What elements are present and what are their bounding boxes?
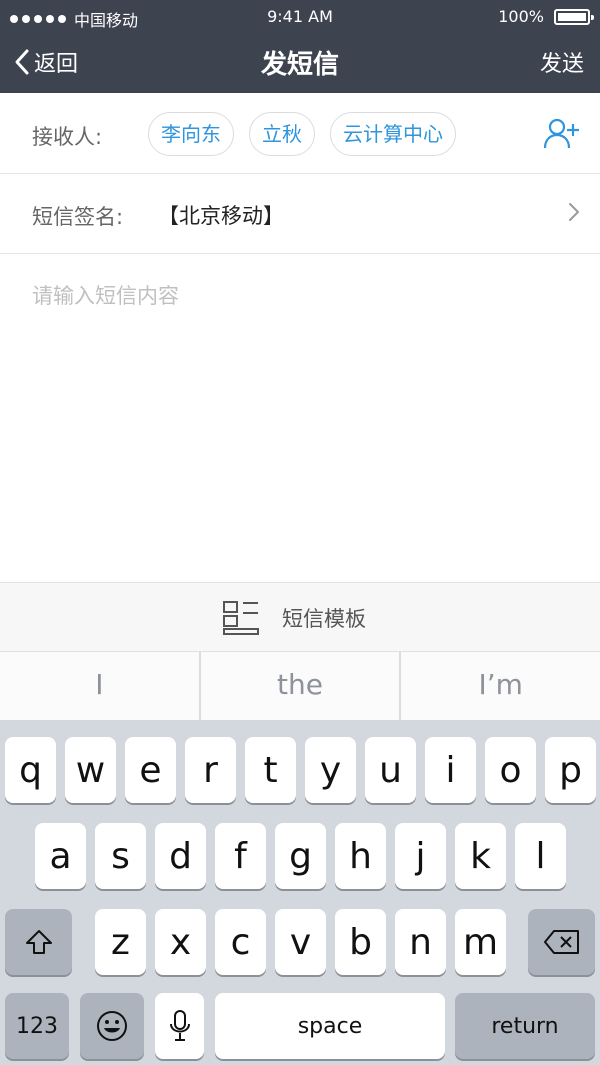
backspace-key[interactable] <box>528 909 595 975</box>
space-key[interactable]: space <box>215 993 445 1059</box>
key-e[interactable]: e <box>125 737 176 803</box>
keyboard: q w e r t y u i o p a s d f g h j k l z … <box>0 720 600 1065</box>
key-c[interactable]: c <box>215 909 266 975</box>
emoji-key[interactable] <box>80 993 144 1059</box>
suggestion-item[interactable]: I’m <box>401 652 600 720</box>
shift-icon <box>25 930 52 954</box>
key-k[interactable]: k <box>455 823 506 889</box>
key-d[interactable]: d <box>155 823 206 889</box>
signature-row[interactable]: 短信签名: 【北京移动】 <box>0 174 600 254</box>
key-n[interactable]: n <box>395 909 446 975</box>
send-button[interactable]: 发送 <box>540 46 584 78</box>
key-m[interactable]: m <box>455 909 506 975</box>
key-h[interactable]: h <box>335 823 386 889</box>
numbers-key[interactable]: 123 <box>5 993 69 1059</box>
recipient-chips: 李向东 立秋 云计算中心 <box>148 112 456 156</box>
key-y[interactable]: y <box>305 737 356 803</box>
template-button[interactable]: 短信模板 <box>0 582 600 652</box>
key-l[interactable]: l <box>515 823 566 889</box>
key-u[interactable]: u <box>365 737 416 803</box>
recipients-label: 接收人: <box>32 125 103 149</box>
key-z[interactable]: z <box>95 909 146 975</box>
battery-percent: 100% <box>498 7 544 26</box>
key-s[interactable]: s <box>95 823 146 889</box>
emoji-icon <box>97 1011 127 1041</box>
key-t[interactable]: t <box>245 737 296 803</box>
microphone-icon <box>169 1010 190 1041</box>
top-bar: 中国移动 9:41 AM 100% 返回 发短信 发送 <box>0 0 600 93</box>
message-input[interactable]: 请输入短信内容 <box>32 280 568 310</box>
backspace-icon <box>543 930 579 954</box>
navigation-bar: 返回 发短信 发送 <box>0 32 600 93</box>
battery-icon <box>554 8 594 25</box>
recipients-row: 接收人: 李向东 立秋 云计算中心 <box>0 93 600 174</box>
recipient-chip[interactable]: 李向东 <box>148 112 234 156</box>
key-x[interactable]: x <box>155 909 206 975</box>
chevron-right-icon[interactable] <box>566 201 582 223</box>
key-f[interactable]: f <box>215 823 266 889</box>
key-v[interactable]: v <box>275 909 326 975</box>
key-o[interactable]: o <box>485 737 536 803</box>
add-contact-icon[interactable] <box>544 118 580 150</box>
template-icon <box>223 601 259 635</box>
key-b[interactable]: b <box>335 909 386 975</box>
key-a[interactable]: a <box>35 823 86 889</box>
key-i[interactable]: i <box>425 737 476 803</box>
suggestion-item[interactable]: I <box>0 652 201 720</box>
key-p[interactable]: p <box>545 737 596 803</box>
key-w[interactable]: w <box>65 737 116 803</box>
dictation-key[interactable] <box>155 993 204 1059</box>
suggestion-bar: I the I’m <box>0 652 600 720</box>
return-key[interactable]: return <box>455 993 595 1059</box>
recipient-chip[interactable]: 立秋 <box>249 112 315 156</box>
signature-label: 短信签名: <box>32 205 124 229</box>
key-g[interactable]: g <box>275 823 326 889</box>
key-j[interactable]: j <box>395 823 446 889</box>
signature-value: 【北京移动】 <box>158 204 284 228</box>
suggestion-item[interactable]: the <box>201 652 402 720</box>
page-title: 发短信 <box>260 50 339 80</box>
shift-key[interactable] <box>5 909 72 975</box>
recipient-chip[interactable]: 云计算中心 <box>330 112 456 156</box>
battery-indicator: 100% <box>498 7 594 26</box>
key-q[interactable]: q <box>5 737 56 803</box>
status-bar: 中国移动 9:41 AM 100% <box>0 0 600 32</box>
key-r[interactable]: r <box>185 737 236 803</box>
template-label: 短信模板 <box>282 607 366 631</box>
